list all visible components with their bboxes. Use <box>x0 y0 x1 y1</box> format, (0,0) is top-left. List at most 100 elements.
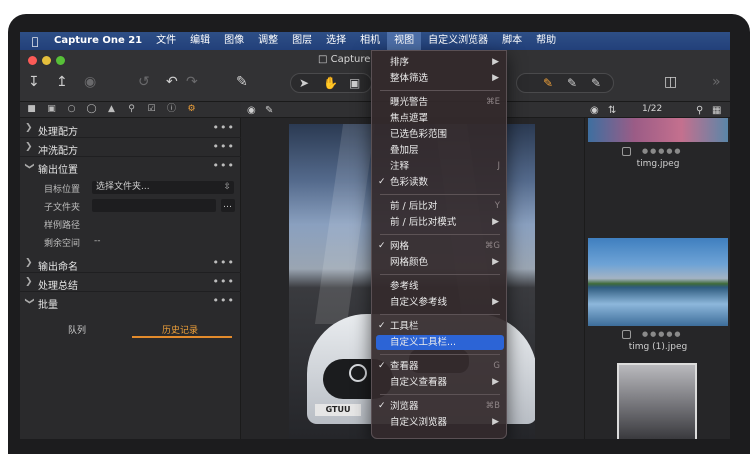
screen:  Capture One 21 文件 编辑 图像 调整 图层 选择 相机 视图… <box>20 32 730 439</box>
menu-item-grid[interactable]: ✓ 网格 ⌘G <box>376 239 504 254</box>
menu-item-custom-browser[interactable]: 自定义浏览器 ▶ <box>376 415 504 430</box>
menu-item-custom-viewer[interactable]: 自定义查看器 ▶ <box>376 375 504 390</box>
menu-layer[interactable]: 图层 <box>285 32 319 50</box>
more-options-icon[interactable]: ••• <box>213 159 235 172</box>
menu-item-toolbar[interactable]: ✓ 工具栏 <box>376 319 504 334</box>
pipette-icon[interactable]: ✎ <box>265 103 273 119</box>
menu-item-color-readout[interactable]: ✓ 色彩读数 <box>376 175 504 190</box>
more-options-icon[interactable]: ••• <box>213 275 235 288</box>
menu-item-exposure-warning[interactable]: 曝光警告 ⌘E <box>376 95 504 110</box>
apple-icon[interactable]:  <box>20 35 50 48</box>
sort-icon[interactable]: ⇅ <box>608 103 616 119</box>
section-output-naming[interactable]: ❯ 输出命名 ••• <box>20 255 241 273</box>
menu-item-custom-guides[interactable]: 自定义参考线 ▶ <box>376 295 504 310</box>
lens-tab-icon[interactable]: ○ <box>66 104 77 115</box>
exposure-tab-icon[interactable]: ▲ <box>106 104 117 115</box>
select-arrows-icon: ⇳ <box>223 182 231 192</box>
picker-icon[interactable]: ✎ <box>236 74 248 90</box>
crop-icon[interactable]: ▣ <box>349 75 360 91</box>
menu-item-before-after-mode[interactable]: 前 / 后比对模式 ▶ <box>376 215 504 230</box>
menu-view[interactable]: 视图 <box>387 32 422 50</box>
menu-help[interactable]: 帮助 <box>529 32 563 50</box>
import-icon[interactable]: ↧ <box>28 74 40 90</box>
color-tab-icon[interactable]: ◯ <box>86 104 97 115</box>
section-output-location[interactable]: ❯ 输出位置 ••• <box>20 158 241 176</box>
eraser-icon[interactable]: ✎ <box>591 75 601 91</box>
section-batch[interactable]: ❯ 批量 ••• <box>20 293 241 311</box>
expand-toolbar-icon[interactable]: » <box>712 74 721 90</box>
export-icon[interactable]: ↥ <box>56 74 68 90</box>
menu-item-global-filter[interactable]: 整体筛选 ▶ <box>376 71 504 86</box>
menu-custom-browser[interactable]: 自定义浏览器 <box>421 32 495 50</box>
menu-item-label: 色彩读数 <box>390 177 429 188</box>
metadata-tab-icon[interactable]: ⓘ <box>166 104 177 115</box>
menu-item-sort[interactable]: 排序 ▶ <box>376 55 504 70</box>
menu-item-guides[interactable]: 参考线 <box>376 279 504 294</box>
search-icon[interactable]: ⚲ <box>696 103 703 119</box>
thumbnail-checkbox[interactable] <box>622 330 631 339</box>
output-tab-icon[interactable]: ⚙ <box>186 104 197 115</box>
menu-adjust[interactable]: 调整 <box>251 32 285 50</box>
section-develop-recipes[interactable]: ❯ 冲洗配方 ••• <box>20 139 241 157</box>
thumbnail-filename: timg.jpeg <box>636 159 680 169</box>
thumbnail-checkbox[interactable] <box>622 147 631 156</box>
menu-item-label: 自定义工具栏... <box>390 337 457 348</box>
menu-item-overlay[interactable]: 叠加层 <box>376 143 504 158</box>
menu-item-shortcut: ⌘G <box>484 241 500 251</box>
subfolder-input[interactable] <box>92 199 216 212</box>
more-options-icon[interactable]: ••• <box>213 256 235 269</box>
gradient-icon[interactable]: ✎ <box>567 75 577 91</box>
menu-scripts[interactable]: 脚本 <box>495 32 529 50</box>
more-options-icon[interactable]: ••• <box>213 294 235 307</box>
brush-icon[interactable]: ✎ <box>543 75 553 91</box>
menu-item-focus-mask[interactable]: 焦点遮罩 <box>376 111 504 126</box>
menu-select[interactable]: 选择 <box>319 32 353 50</box>
undo-icon[interactable]: ↶ <box>166 74 178 90</box>
menu-item-before-after[interactable]: 前 / 后比对 Y <box>376 199 504 214</box>
menu-item-label: 自定义浏览器 <box>390 417 448 428</box>
rating-stars[interactable]: ●●●●● <box>642 147 683 155</box>
section-process-recipes[interactable]: ❯ 处理配方 ••• <box>20 120 241 138</box>
capture-tab-icon[interactable]: ▣ <box>46 104 57 115</box>
window-title-text: Capture <box>330 54 371 65</box>
eye-icon[interactable]: ◉ <box>247 103 256 119</box>
left-tool-panel: ❯ 处理配方 ••• ❯ 冲洗配方 ••• ❯ 输出位置 ••• 目标位置 选择… <box>20 118 241 439</box>
menu-item-customize-toolbar[interactable]: 自定义工具栏... <box>376 335 504 350</box>
library-tab-icon[interactable]: ■ <box>26 104 37 115</box>
menu-file[interactable]: 文件 <box>149 32 183 50</box>
compare-icon[interactable]: ◫ <box>664 74 677 90</box>
section-process-summary[interactable]: ❯ 处理总结 ••• <box>20 274 241 292</box>
details-tab-icon[interactable]: ⚲ <box>126 104 137 115</box>
adjustments-tab-icon[interactable]: ☑ <box>146 104 157 115</box>
target-location-select[interactable]: 选择文件夹... ⇳ <box>92 181 234 194</box>
menu-edit[interactable]: 编辑 <box>183 32 217 50</box>
rotate-icon[interactable]: ↺ <box>138 74 150 90</box>
eye-icon[interactable]: ◉ <box>590 103 599 119</box>
pointer-icon[interactable]: ➤ <box>299 75 309 91</box>
more-options-icon[interactable]: ••• <box>213 140 235 153</box>
tab-queue[interactable]: 队列 <box>68 323 86 336</box>
menu-image[interactable]: 图像 <box>217 32 251 50</box>
close-window-button[interactable] <box>28 56 37 65</box>
more-options-icon[interactable]: ••• <box>213 121 235 134</box>
minimize-window-button[interactable] <box>42 56 51 65</box>
menu-item-grid-color[interactable]: 网格颜色 ▶ <box>376 255 504 270</box>
tab-history[interactable]: 历史记录 <box>162 323 198 336</box>
menu-item-label: 自定义查看器 <box>390 377 448 388</box>
menu-item-annotations[interactable]: 注释 J <box>376 159 504 174</box>
menu-app-name[interactable]: Capture One 21 <box>50 32 149 50</box>
menu-item-label: 工具栏 <box>390 321 419 332</box>
subfolder-options-button[interactable]: … <box>221 199 235 212</box>
sample-path-label: 样例路径 <box>44 221 81 231</box>
menu-camera[interactable]: 相机 <box>353 32 387 50</box>
submenu-arrow-icon: ▶ <box>492 57 499 67</box>
redo-icon[interactable]: ↷ <box>186 74 198 90</box>
menu-item-viewer[interactable]: ✓ 查看器 G <box>376 359 504 374</box>
pan-icon[interactable]: ✋ <box>323 75 338 91</box>
zoom-window-button[interactable] <box>56 56 65 65</box>
camera-icon[interactable]: ◉ <box>84 74 96 90</box>
menu-item-selected-color-range[interactable]: 已选色彩范围 <box>376 127 504 142</box>
menu-item-browser[interactable]: ✓ 浏览器 ⌘B <box>376 399 504 414</box>
grid-view-icon[interactable]: ▦ <box>712 103 721 119</box>
rating-stars[interactable]: ●●●●● <box>642 330 683 338</box>
